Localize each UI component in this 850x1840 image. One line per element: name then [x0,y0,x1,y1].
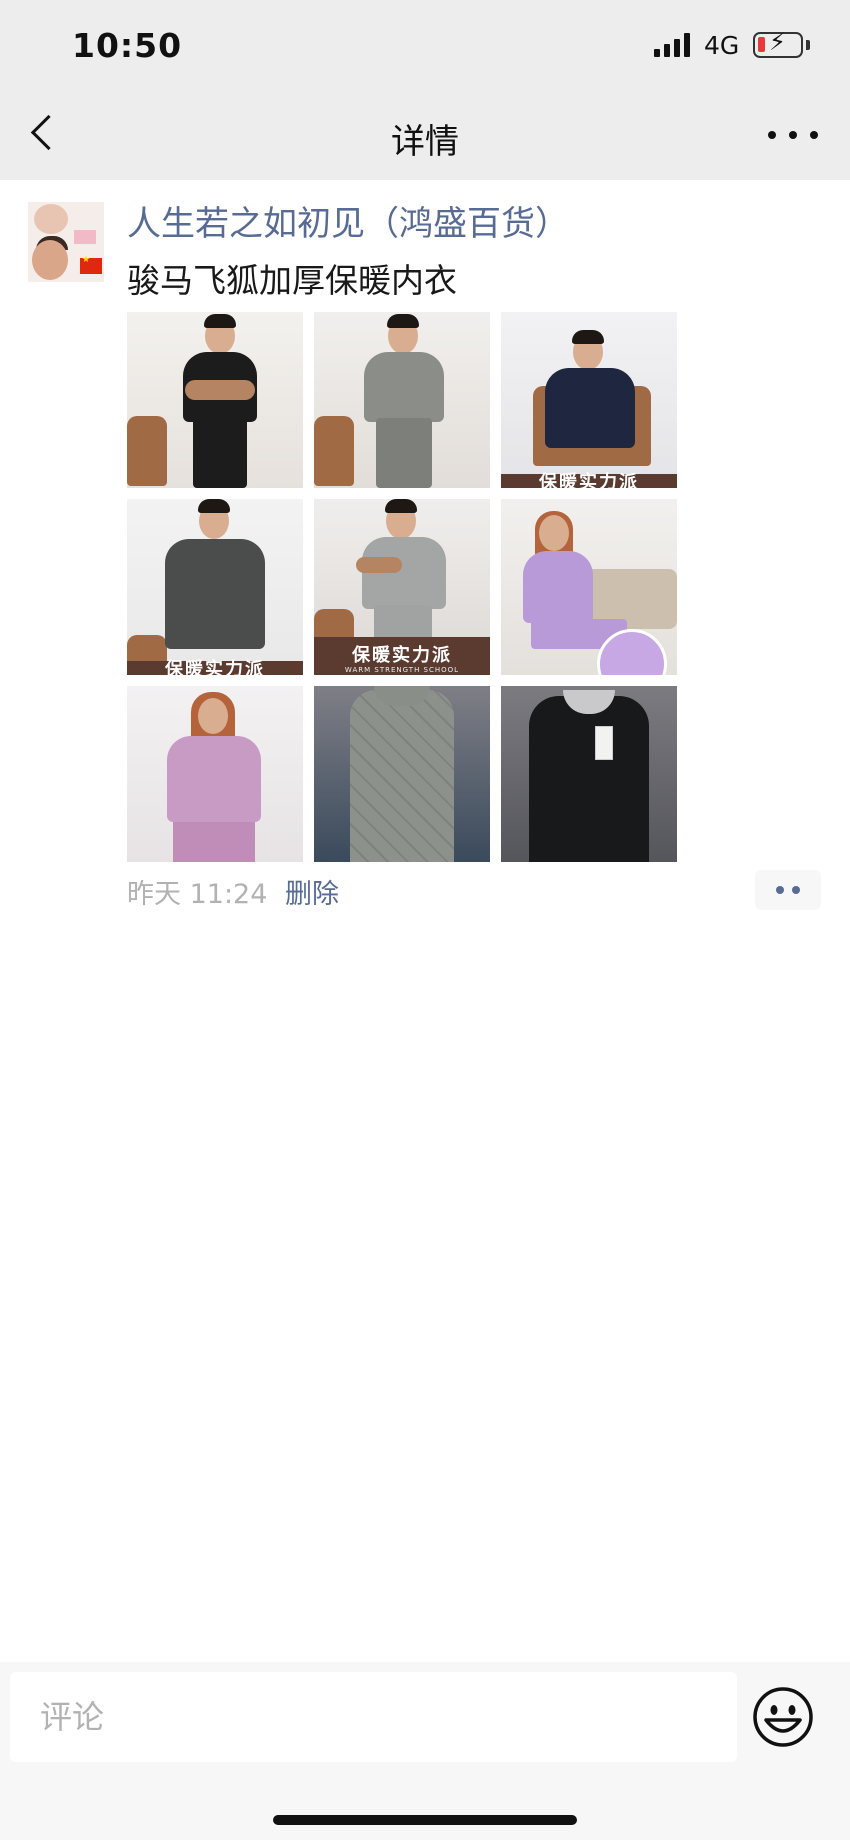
image-5-banner: 保暖实力派 [352,645,452,666]
network-type: 4G [704,31,740,60]
post-image-5[interactable]: 保暖实力派 WARM STRENGTH SCHOOL [314,499,490,675]
image-grid: 保暖实力派 保暖实力派 保暖实力派 WARM STRENGTH SCHOOL [127,312,678,863]
top-bar: 10:50 4G ⚡ 详情 [0,0,850,180]
more-button[interactable] [768,120,818,150]
more-dots-icon [768,131,776,139]
like-comment-button[interactable] [755,870,821,910]
battery-icon: ⚡ [753,30,803,58]
post-image-3[interactable]: 保暖实力派 [501,312,677,488]
post-image-8[interactable] [314,686,490,862]
avatar[interactable] [28,202,104,282]
delete-link[interactable]: 删除 [285,872,339,911]
post-image-4[interactable]: 保暖实力派 [127,499,303,675]
status-time: 10:50 [72,26,183,65]
post-image-2[interactable] [314,312,490,488]
post-image-9[interactable] [501,686,677,862]
image-4-banner: 保暖实力派 [165,659,265,675]
post-image-6[interactable] [501,499,677,675]
home-indicator[interactable] [273,1815,577,1825]
action-dots-icon [776,886,784,894]
battery-cap [806,40,810,50]
post-image-1[interactable] [127,312,303,488]
smiley-face-icon[interactable] [752,1686,814,1748]
post-time: 昨天 11:24 [127,879,268,910]
comment-input[interactable] [10,1672,737,1762]
post-text: 骏马飞狐加厚保暖内衣 [127,261,457,300]
post-image-7[interactable] [127,686,303,862]
china-flag-icon [80,255,102,274]
comment-bar [0,1662,850,1840]
image-5-banner-sub: WARM STRENGTH SCHOOL [344,666,460,674]
page-title: 详情 [391,122,459,162]
signal-icon [654,33,694,57]
image-3-banner: 保暖实力派 [539,472,639,488]
author-name[interactable]: 人生若之如初见（鸿盛百货） [127,196,569,245]
